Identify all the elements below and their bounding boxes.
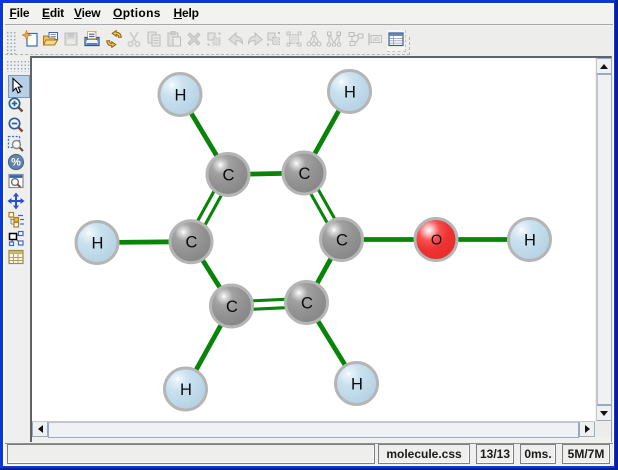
svg-text:C: C bbox=[301, 294, 313, 312]
svg-text:C: C bbox=[299, 165, 311, 183]
svg-text:C: C bbox=[223, 166, 235, 184]
svg-text:H: H bbox=[351, 375, 363, 393]
svg-text:H: H bbox=[92, 234, 104, 252]
svg-text:O: O bbox=[431, 232, 442, 248]
svg-text:H: H bbox=[344, 83, 356, 101]
svg-text:C: C bbox=[336, 231, 348, 249]
svg-text:H: H bbox=[524, 231, 536, 249]
svg-text:ab: ab bbox=[372, 36, 380, 43]
svg-text:H: H bbox=[180, 381, 192, 399]
svg-text:C: C bbox=[226, 298, 238, 316]
svg-text:H: H bbox=[175, 86, 187, 104]
svg-text:%: % bbox=[11, 157, 21, 169]
svg-text:C: C bbox=[186, 234, 198, 252]
